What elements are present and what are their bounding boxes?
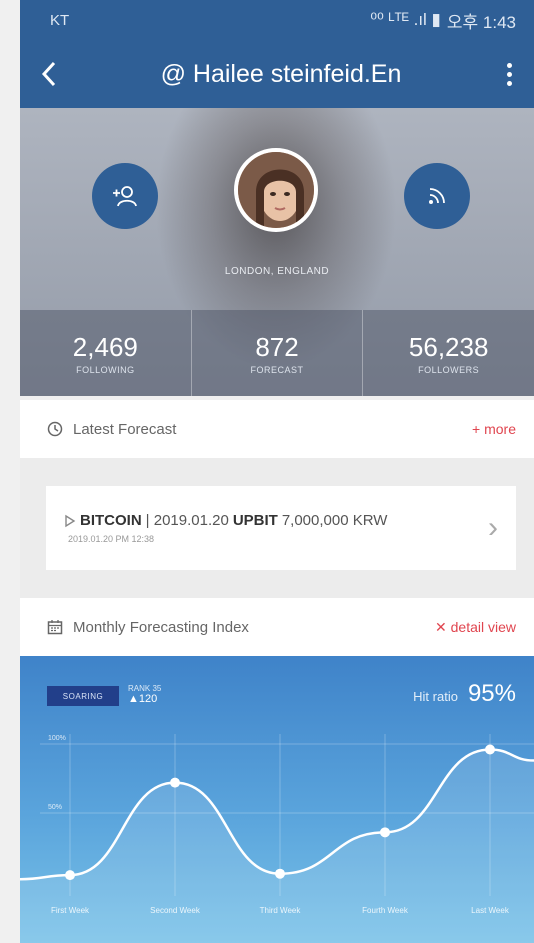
stat-value: 2,469 — [72, 331, 138, 362]
x-tick-label: Third Week — [260, 906, 302, 915]
status-indicators-group: ⁰⁰ ᴸᵀᴱ .ıl ▮ 오후 1:43 — [370, 8, 516, 33]
section-title-group: Monthly Forecasting Index — [47, 619, 249, 636]
data-point — [65, 870, 75, 881]
section-title: Latest Forecast — [73, 420, 177, 438]
carrier-name: KT — [50, 11, 70, 29]
detail-view-link[interactable]: ✕ detail view — [435, 619, 516, 636]
forecast-summary: BITCOIN | 2019.01.20 UPBIT 7,000,000 KRW — [64, 512, 488, 529]
data-point — [485, 744, 495, 755]
profile-hero: LONDON, ENGLAND 2,469 FOLLOWING 872 FORE… — [20, 108, 534, 396]
app-bar: @ Hailee steinfeid.En — [20, 40, 534, 108]
y-tick-label: 50% — [48, 804, 62, 811]
forecast-chart-panel: 100% 50% First Week Second Week Third Week Fo… — [20, 656, 534, 943]
rank-change: ▲120 — [128, 693, 158, 705]
chevron-left-icon — [41, 61, 56, 87]
location-label: LONDON, ENGLAND — [224, 266, 330, 277]
stat-value: 56,238 — [408, 331, 489, 362]
stat-value: 872 — [255, 331, 299, 362]
exchange-name: UPBIT — [232, 512, 278, 529]
x-tick-label: First Week — [51, 906, 90, 915]
stat-label: FOLLOWERS — [418, 364, 480, 375]
avatar-portrait — [238, 152, 314, 228]
chevron-right-icon: › — [488, 511, 498, 544]
play-outline-icon — [65, 514, 76, 527]
stat-following[interactable]: 2,469 FOLLOWING — [20, 310, 192, 396]
clock-icon — [47, 421, 63, 437]
hit-ratio: Hit ratio 95% — [413, 680, 516, 708]
x-tick-label: Last Week — [471, 906, 510, 915]
clock: 오후 1:43 — [446, 12, 516, 32]
monthly-index-header: Monthly Forecasting Index ✕ detail view — [20, 598, 534, 656]
section-title: Monthly Forecasting Index — [73, 618, 249, 636]
data-point — [380, 827, 390, 838]
forecast-card[interactable]: BITCOIN | 2019.01.20 UPBIT 7,000,000 KRW… — [46, 486, 516, 570]
forecast-timestamp: 2019.01.20 PM 12:38 — [68, 534, 155, 544]
data-point — [275, 868, 285, 879]
x-tick-label: Fourth Week — [362, 906, 409, 915]
back-button[interactable] — [20, 40, 78, 108]
section-title-group: Latest Forecast — [47, 421, 176, 438]
latest-forecast-header: Latest Forecast + more — [20, 400, 534, 458]
stat-forecast[interactable]: 872 FORECAST — [192, 310, 364, 396]
page-title: @ Hailee steinfeid.En — [160, 59, 402, 88]
profile-stats: 2,469 FOLLOWING 872 FORECAST 56,238 FOLL… — [20, 310, 534, 396]
avatar[interactable] — [234, 148, 318, 232]
follow-button[interactable] — [92, 163, 158, 229]
feed-button[interactable] — [404, 163, 470, 229]
rss-icon — [429, 188, 445, 204]
calendar-icon — [47, 620, 63, 635]
add-user-icon — [113, 186, 137, 207]
data-point — [170, 777, 180, 788]
hit-ratio-label: Hit ratio — [413, 689, 458, 704]
hit-ratio-value: 95% — [467, 680, 516, 707]
y-tick-label: 100% — [48, 735, 66, 742]
forecast-price: 7,000,000 KRW — [281, 512, 388, 529]
forecast-date: | 2019.01.20 — [145, 512, 229, 529]
stat-followers[interactable]: 56,238 FOLLOWERS — [363, 310, 534, 396]
status-badge: SOARING — [47, 686, 119, 706]
stat-label: FORECAST — [250, 364, 304, 375]
forecast-card-content: BITCOIN | 2019.01.20 UPBIT 7,000,000 KRW… — [64, 512, 488, 544]
more-options-button[interactable] — [484, 40, 534, 108]
stat-label: FOLLOWING — [76, 364, 135, 375]
status-bar: KT ⁰⁰ ᴸᵀᴱ .ıl ▮ 오후 1:43 — [20, 0, 534, 40]
signal-indicators: ⁰⁰ ᴸᵀᴱ .ıl ▮ — [370, 10, 441, 29]
kebab-icon — [506, 62, 512, 86]
forecast-list: BITCOIN | 2019.01.20 UPBIT 7,000,000 KRW… — [20, 458, 534, 598]
x-tick-label: Second Week — [150, 906, 201, 915]
more-link[interactable]: + more — [472, 421, 516, 437]
rank-info: RANK 35 ▲120 — [128, 684, 161, 705]
rank-label: RANK 35 — [128, 684, 162, 693]
coin-name: BITCOIN — [80, 512, 142, 529]
